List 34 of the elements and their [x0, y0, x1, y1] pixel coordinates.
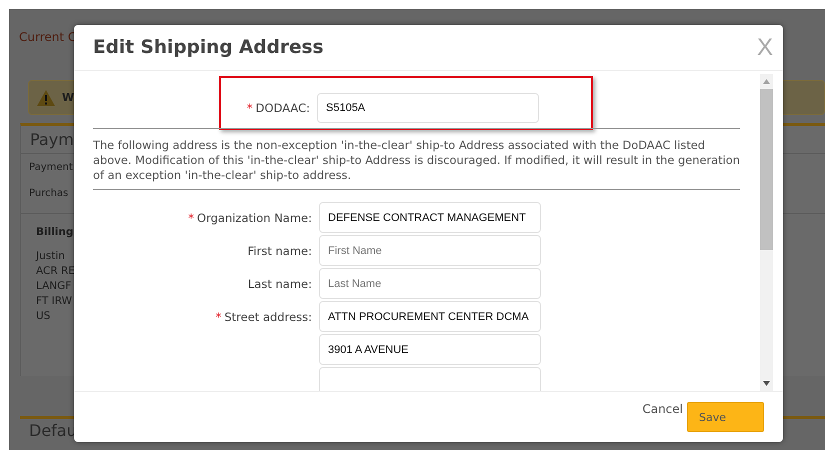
cancel-link[interactable]: Cancel [642, 402, 683, 416]
field-label: Last name: [248, 276, 312, 290]
field-label: DODAAC: [256, 101, 310, 115]
scroll-thumb[interactable] [760, 89, 773, 250]
address-line: LANGF [36, 279, 72, 294]
panel-row-label: Payment [29, 162, 73, 173]
field-label: Street address: [224, 310, 312, 324]
input-field[interactable]: Last Name [319, 268, 541, 299]
address-line: FT IRW [36, 294, 72, 309]
required-mark: * [188, 210, 194, 224]
input-field[interactable]: 3901 A AVENUE [319, 334, 541, 365]
input-field[interactable]: ATTN PROCUREMENT CENTER DCMA [319, 301, 541, 332]
input-field[interactable] [319, 367, 541, 391]
panel-title: Paym [30, 130, 74, 149]
warning-icon [36, 88, 56, 106]
warning-text: W [62, 91, 74, 104]
input-field[interactable]: First Name [319, 235, 541, 266]
address-line: Justin [36, 249, 65, 264]
address-line: US [36, 309, 50, 324]
address-line: ACR RE [36, 264, 75, 279]
field-label: First name: [248, 244, 312, 258]
dialog-title: Edit Shipping Address [93, 37, 324, 58]
required-mark: * [246, 101, 253, 115]
input-field[interactable]: DEFENSE CONTRACT MANAGEMENT [319, 202, 541, 233]
required-mark: * [216, 310, 222, 324]
panel-row-label: Purchas [29, 188, 68, 199]
dodaac-field[interactable]: S5105A [317, 93, 539, 123]
field-label: Organization Name: [197, 210, 312, 224]
scroll-up-icon[interactable] [763, 79, 770, 84]
scrollbar[interactable] [760, 74, 773, 391]
save-button[interactable]: Save [687, 402, 764, 432]
notice-text: The following address is the non-exception 'in-the-clear' ship-to Address associated with the DoDAAC listed above. Modification of this 'in-the-clear' ship-to Address is discouraged. If modified, it will result in the generation of an exception 'in-the-clear' ship-to address. [93, 138, 740, 183]
scroll-down-icon[interactable] [763, 381, 770, 386]
billing-title: Billing [36, 226, 74, 238]
